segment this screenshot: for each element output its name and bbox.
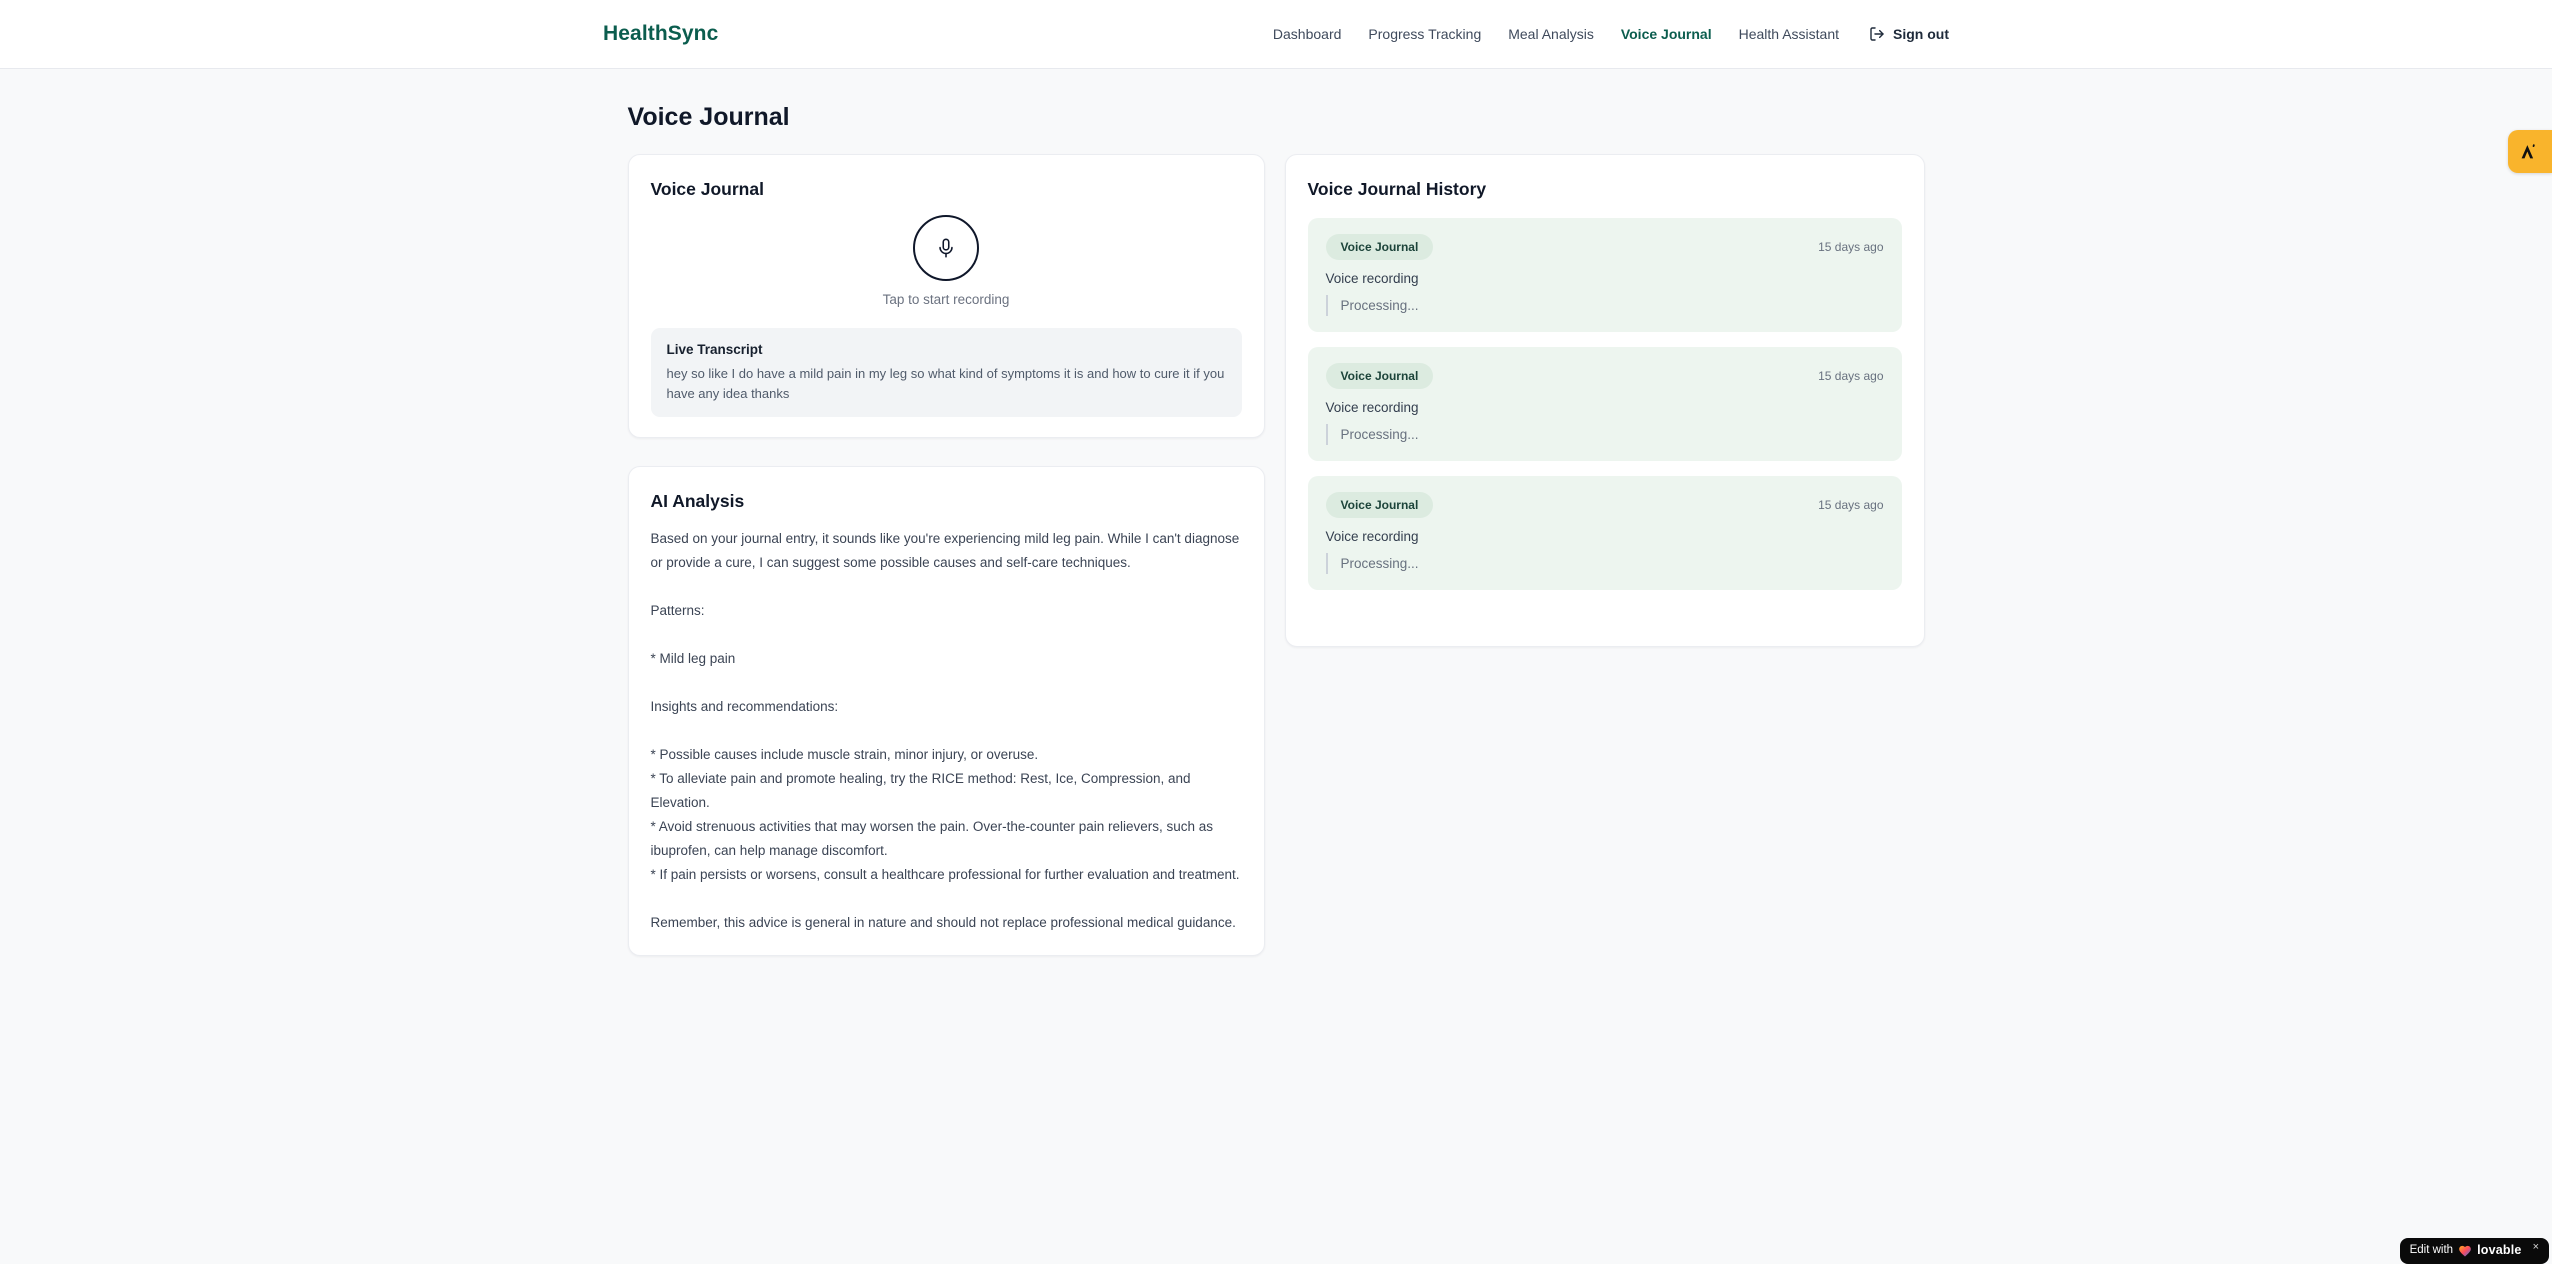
live-transcript-title: Live Transcript [666, 342, 763, 357]
edit-with-label: Edit with [2409, 1244, 2454, 1256]
sign-out-icon [1869, 26, 1885, 42]
entry-title: Voice recording [1325, 271, 1419, 286]
ai-analysis-title: AI Analysis [650, 491, 745, 511]
nav-item-meal-analysis[interactable]: Meal Analysis [1508, 26, 1594, 42]
history-entry[interactable]: Voice Journal 15 days ago Voice recordin… [1307, 347, 1902, 461]
entry-processing-status: Processing... [1325, 424, 1884, 445]
main-nav: Dashboard Progress Tracking Meal Analysis V… [1273, 26, 1839, 42]
history-entry[interactable]: Voice Journal 15 days ago Voice recordin… [1307, 218, 1902, 332]
app-logo[interactable]: HealthSync [603, 22, 718, 46]
edit-with-lovable-badge[interactable]: Edit with lovable × [2399, 1238, 2549, 1264]
entry-timestamp: 15 days ago [1818, 369, 1884, 383]
nav-item-progress-tracking[interactable]: Progress Tracking [1368, 26, 1481, 42]
entry-title: Voice recording [1325, 400, 1419, 415]
left-column: Voice Journal Tap to start recording Liv… [627, 154, 1265, 956]
badge-close-icon[interactable]: × [2533, 1238, 2539, 1254]
a-frame-logo-icon [2517, 141, 2539, 163]
recorder-body: Tap to start recording Live Transcript h… [650, 203, 1242, 417]
corner-partner-badge[interactable] [2508, 130, 2552, 173]
entry-processing-status: Processing... [1325, 553, 1884, 574]
history-entry-toprow: Voice Journal 15 days ago [1325, 492, 1884, 518]
tap-to-record-hint: Tap to start recording [882, 292, 1010, 307]
nav-item-health-assistant[interactable]: Health Assistant [1739, 26, 1839, 42]
microphone-icon [935, 237, 957, 259]
navbar-container: HealthSync Dashboard Progress Tracking Mea… [603, 22, 1949, 46]
top-navbar: HealthSync Dashboard Progress Tracking Mea… [0, 0, 2552, 69]
history-entry[interactable]: Voice Journal 15 days ago Voice recordin… [1307, 476, 1902, 590]
lovable-brand-label: lovable [2477, 1243, 2522, 1257]
content-columns: Voice Journal Tap to start recording Liv… [627, 154, 1925, 956]
live-transcript-text: hey so like I do have a mild pain in my … [666, 366, 1225, 401]
entry-timestamp: 15 days ago [1818, 498, 1884, 512]
sign-out-label: Sign out [1893, 26, 1949, 42]
history-list: Voice Journal 15 days ago Voice recordin… [1307, 218, 1902, 590]
nav-item-voice-journal[interactable]: Voice Journal [1621, 26, 1712, 42]
page-title: Voice Journal [627, 103, 790, 131]
history-entry-toprow: Voice Journal 15 days ago [1325, 234, 1884, 260]
live-transcript-box: Live Transcript hey so like I do have a … [650, 328, 1242, 417]
entry-type-badge: Voice Journal [1325, 234, 1434, 260]
ai-analysis-body: Based on your journal entry, it sounds l… [650, 531, 1240, 930]
history-card-title: Voice Journal History [1307, 179, 1487, 199]
navbar-right: Dashboard Progress Tracking Meal Analysis V… [1273, 26, 1949, 42]
right-column: Voice Journal History Voice Journal 15 d… [1284, 154, 1925, 647]
nav-item-dashboard[interactable]: Dashboard [1273, 26, 1342, 42]
sign-out-button[interactable]: Sign out [1869, 26, 1949, 42]
voice-journal-history-card: Voice Journal History Voice Journal 15 d… [1284, 154, 1925, 647]
voice-recorder-card: Voice Journal Tap to start recording Liv… [627, 154, 1265, 438]
entry-timestamp: 15 days ago [1818, 240, 1884, 254]
recorder-card-title: Voice Journal [650, 179, 764, 199]
history-entry-toprow: Voice Journal 15 days ago [1325, 363, 1884, 389]
entry-type-badge: Voice Journal [1325, 363, 1434, 389]
entry-type-badge: Voice Journal [1325, 492, 1434, 518]
heart-icon [2458, 1244, 2472, 1257]
entry-title: Voice recording [1325, 529, 1419, 544]
main-content: Voice Journal Voice Journal Tap to start… [627, 69, 1925, 956]
record-button[interactable] [913, 215, 979, 281]
entry-processing-status: Processing... [1325, 295, 1884, 316]
ai-analysis-card: AI Analysis Based on your journal entry,… [627, 466, 1265, 956]
